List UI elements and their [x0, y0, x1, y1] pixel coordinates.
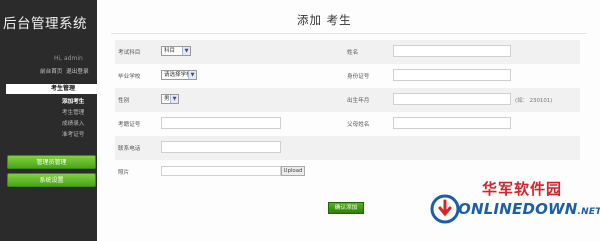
watermark-en: ONLINEDOWN.NET: [458, 200, 600, 218]
subnav: 添加考生 考生管理 成绩录入 准考证号: [40, 97, 95, 141]
gender-label: 性别: [118, 98, 130, 104]
watermark-en-text: ONLINEDOWN: [458, 200, 578, 218]
download-logo-icon: [430, 194, 460, 224]
subnav-student-list[interactable]: 考生管理: [40, 108, 95, 119]
subnav-add-student[interactable]: 添加考生: [40, 97, 95, 108]
subject-select[interactable]: 科目 ▼: [161, 46, 191, 56]
sidebar: 后台管理系统 Hi, admin 前台首页 退出登录 考生管理 添加考生 考生管…: [0, 0, 97, 241]
admin-management-button[interactable]: 管理员管理: [7, 155, 96, 169]
nav-student-management[interactable]: 考生管理: [6, 84, 97, 94]
school-select[interactable]: 请选择学校 ▼: [161, 70, 197, 80]
phone-label: 联系电话: [118, 146, 141, 152]
form-row: 考籍证号 父母姓名: [115, 112, 580, 136]
registration-label: 考籍证号: [118, 122, 141, 128]
photo-label: 照片: [118, 170, 130, 176]
chevron-down-icon: ▼: [170, 95, 178, 103]
name-label: 姓名: [347, 50, 359, 56]
parent-name-label: 父母姓名: [347, 122, 370, 128]
gender-select[interactable]: 男 ▼: [161, 94, 179, 104]
gender-select-value: 男: [164, 96, 170, 102]
watermark-tld: .NET: [577, 207, 600, 217]
birth-date-label: 出生年月: [347, 98, 370, 104]
upload-button[interactable]: Upload: [281, 166, 305, 176]
registration-input[interactable]: [161, 117, 281, 129]
watermark: 华军软件园 ONLINEDOWN.NET: [430, 178, 600, 241]
subject-label: 考试科目: [118, 50, 141, 56]
phone-input[interactable]: [161, 141, 281, 153]
title-divider: [111, 33, 587, 34]
form-row: 联系电话: [115, 136, 580, 160]
add-student-form: 考试科目 科目 ▼ 姓名 毕业学校 请选择学校 ▼ 身份证号 性别 男 ▼ 出生…: [115, 40, 580, 184]
parent-name-input[interactable]: [393, 117, 511, 129]
birth-date-input[interactable]: [393, 93, 511, 105]
form-row: 考试科目 科目 ▼ 姓名: [115, 40, 580, 64]
watermark-cn: 华军软件园: [482, 180, 563, 198]
form-row: 性别 男 ▼ 出生年月 (如： 230101): [115, 88, 580, 112]
logout-link[interactable]: 退出登录: [66, 69, 88, 75]
app-title: 后台管理系统: [3, 16, 87, 32]
name-input[interactable]: [393, 45, 511, 57]
user-links: 前台首页 退出登录: [38, 67, 89, 75]
subject-select-value: 科目: [164, 48, 176, 54]
welcome-text: Hi, admin: [54, 55, 83, 62]
chevron-down-icon: ▼: [182, 47, 190, 55]
subnav-ticket-number[interactable]: 准考证号: [40, 130, 95, 141]
school-label: 毕业学校: [118, 74, 141, 80]
subnav-score-entry[interactable]: 成绩录入: [40, 119, 95, 130]
id-number-label: 身份证号: [347, 74, 370, 80]
birth-date-hint: (如： 230101): [515, 98, 553, 104]
photo-file-input[interactable]: [161, 166, 281, 176]
form-row: 毕业学校 请选择学校 ▼ 身份证号: [115, 64, 580, 88]
chevron-down-icon: ▼: [188, 71, 196, 79]
system-settings-button[interactable]: 系统设置: [7, 173, 96, 187]
home-link[interactable]: 前台首页: [40, 69, 62, 75]
submit-button[interactable]: 确认添加: [328, 202, 364, 214]
id-number-input[interactable]: [393, 69, 511, 81]
page-title: 添加 考生: [297, 13, 352, 27]
